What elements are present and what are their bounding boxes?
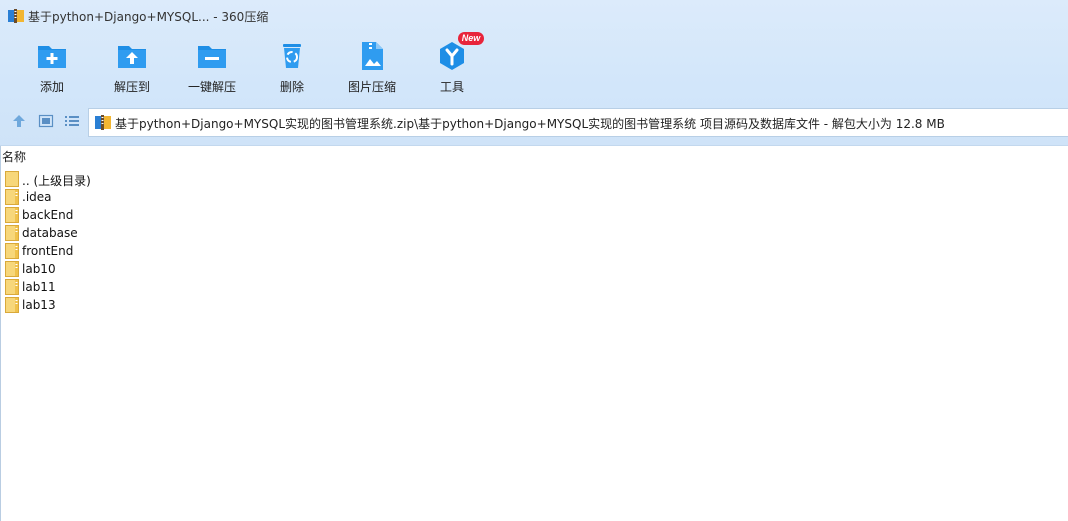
folder-icon: [5, 243, 19, 259]
list-item[interactable]: lab10: [5, 260, 305, 278]
column-header-name[interactable]: 名称: [2, 148, 26, 165]
file-name: frontEnd: [22, 244, 74, 258]
delete-label: 删除: [279, 80, 304, 94]
toolbar: 添加 解压到 一键解压 删除 图片压缩 New 工具: [0, 32, 1068, 96]
header-area: 基于python+Django+MYSQL... - 360压缩 添加 解压到: [0, 0, 1068, 146]
one-click-extract-button[interactable]: 一键解压: [172, 36, 252, 96]
extract-to-button[interactable]: 解压到: [92, 36, 172, 96]
tools-button[interactable]: New 工具: [412, 32, 492, 96]
image-compress-button[interactable]: 图片压缩: [332, 36, 412, 96]
file-name: .. (上级目录): [22, 174, 91, 188]
archive-app-icon: [8, 9, 24, 23]
list-item-parent-directory[interactable]: .. (上级目录): [5, 170, 305, 188]
delete-button[interactable]: 删除: [252, 36, 332, 96]
add-label: 添加: [39, 80, 64, 94]
window-title: 基于python+Django+MYSQL... - 360压缩: [28, 10, 269, 24]
image-compress-label: 图片压缩: [347, 80, 396, 94]
list-item[interactable]: lab11: [5, 278, 305, 296]
address-path: 基于python+Django+MYSQL实现的图书管理系统.zip\基于pyt…: [115, 117, 945, 131]
one-click-extract-icon: [198, 46, 226, 68]
file-name: database: [22, 226, 78, 240]
file-name: .idea: [22, 190, 52, 204]
list-item[interactable]: lab13: [5, 296, 305, 314]
parent-folder-icon: [5, 171, 19, 187]
folder-icon: [5, 207, 19, 223]
folder-icon: [5, 261, 19, 277]
thumbnail-view-icon[interactable]: [38, 113, 54, 129]
new-badge: New: [458, 32, 484, 45]
up-arrow-icon[interactable]: [11, 113, 27, 129]
file-name: lab11: [22, 280, 56, 294]
title-bar[interactable]: 基于python+Django+MYSQL... - 360压缩: [0, 0, 1068, 32]
list-item[interactable]: .idea: [5, 188, 305, 206]
archive-file-icon: [95, 115, 111, 130]
tools-label: 工具: [439, 80, 464, 94]
folder-icon: [5, 225, 19, 241]
image-compress-icon: [362, 42, 383, 70]
navigation-bar: 基于python+Django+MYSQL实现的图书管理系统.zip\基于pyt…: [0, 106, 1068, 137]
file-name: lab10: [22, 262, 56, 276]
file-name: backEnd: [22, 208, 74, 222]
folder-icon: [5, 297, 19, 313]
file-list: 名称 .. (上级目录) .idea backEnd database fron…: [0, 146, 1068, 521]
address-bar[interactable]: 基于python+Django+MYSQL实现的图书管理系统.zip\基于pyt…: [88, 108, 1068, 137]
list-item[interactable]: frontEnd: [5, 242, 305, 260]
list-item[interactable]: backEnd: [5, 206, 305, 224]
add-folder-icon: [38, 46, 66, 68]
file-name: lab13: [22, 298, 56, 312]
delete-recycle-icon: [283, 44, 301, 68]
extract-to-label: 解压到: [113, 80, 150, 94]
list-item[interactable]: database: [5, 224, 305, 242]
extract-to-icon: [118, 46, 146, 68]
folder-icon: [5, 279, 19, 295]
add-button[interactable]: 添加: [12, 36, 92, 96]
one-click-extract-label: 一键解压: [187, 80, 236, 94]
list-view-icon[interactable]: [64, 113, 80, 129]
folder-icon: [5, 189, 19, 205]
